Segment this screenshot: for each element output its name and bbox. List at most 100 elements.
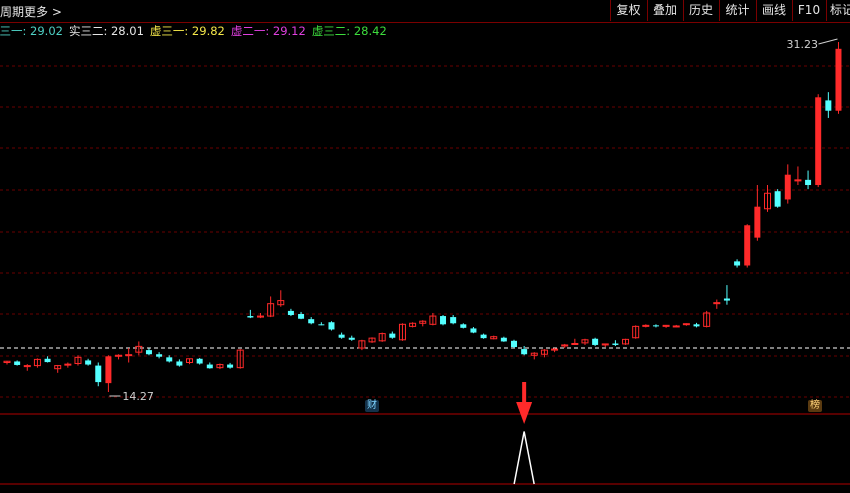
candle [480,333,487,339]
candle [581,338,589,345]
candle-body [682,323,690,326]
candle [440,315,447,326]
candle [156,352,163,359]
candle [460,323,467,329]
candle-body [125,354,133,357]
candle [378,332,386,342]
candle-body [672,325,680,328]
candle [338,332,345,339]
candle-body [156,354,163,357]
candle-body [450,317,457,324]
candle [287,308,294,317]
candle-body [734,261,741,266]
candle [368,337,376,343]
candle [358,339,366,351]
candle-body [784,174,791,200]
candle-body [328,322,335,330]
candle-body [287,310,294,316]
candle [632,325,640,339]
candle [419,320,427,327]
candle-body [754,206,761,238]
candle-body [825,100,832,111]
candle-body [480,334,487,339]
candle-body [44,358,51,363]
candle [774,189,781,208]
candle [794,166,802,186]
candle [227,362,234,369]
candle [713,299,721,309]
candle [561,343,569,349]
candle-body [723,298,730,301]
candle-body [612,343,619,345]
high-price-label: 31.23 [786,38,818,51]
rank-badge[interactable]: 榜 [808,400,822,412]
candle-body [206,364,213,369]
candle-body [460,324,467,328]
candle-body [440,316,447,325]
candle-body [95,365,102,383]
candle-body [511,340,517,348]
candle [450,315,457,325]
candle-body [521,349,528,355]
candle [389,331,396,339]
candle [764,185,771,212]
candle [815,94,822,188]
candle [14,360,21,366]
candle-body [145,350,152,355]
candle-body [592,338,599,345]
candle-body [805,179,812,186]
candle [592,337,599,346]
candle-body [571,343,579,346]
candle [44,356,51,363]
candle-body [105,356,112,384]
candle-body [693,324,700,327]
candle-body [744,225,751,266]
candle [409,322,417,328]
candle-body [500,337,507,342]
candle [216,363,224,370]
candle-body [470,328,477,333]
candle [825,92,832,118]
candle-body [85,360,92,365]
candle [784,164,791,204]
candle [115,354,123,360]
candle [176,359,183,367]
candle [236,349,244,369]
high-price-leader [818,38,838,45]
candle-body [348,337,355,340]
candle [196,357,203,365]
candle-body [308,319,315,324]
candle-body [318,324,325,326]
candle [64,362,72,368]
candle [551,348,559,353]
candle-body [298,313,305,319]
candle [682,323,690,326]
candle [186,358,194,365]
candle-body [14,361,21,365]
candle [398,323,406,341]
candle [166,355,173,363]
signal-spike [513,431,535,485]
candle [734,259,741,268]
candle [348,335,355,341]
candle [805,170,812,190]
candle [74,355,82,366]
candle [662,324,670,328]
candle [511,339,517,349]
candle [277,290,285,307]
candle [652,324,659,328]
kline-chart[interactable]: 31.23 14.27 [0,0,850,493]
candle [145,348,152,356]
candle [642,324,650,328]
candle [835,42,842,114]
candle [105,355,112,392]
finance-badge[interactable]: 财 [365,400,379,412]
candle [500,336,507,342]
candle-body [166,357,173,362]
candle-body [774,191,781,207]
candle-body [815,97,822,186]
candle [308,317,315,325]
candle [754,185,761,241]
candle [23,364,31,371]
candle [470,326,477,334]
